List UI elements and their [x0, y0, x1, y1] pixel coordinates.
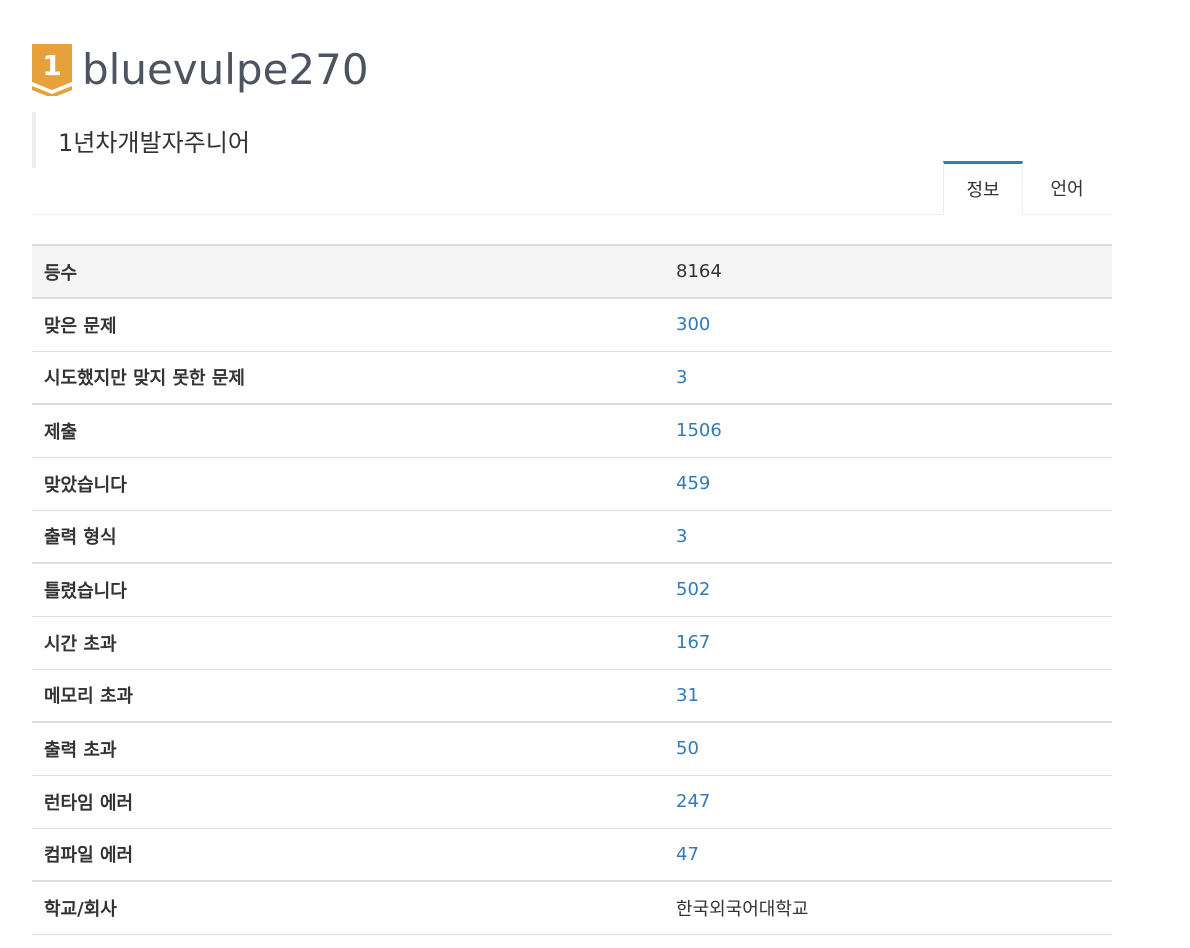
stat-label-runtime-error: 런타임 에러	[32, 775, 664, 829]
table-row: 등수 8164	[32, 245, 1112, 299]
stat-link-memory-limit[interactable]: 31	[676, 685, 699, 706]
table-row: 맞았습니다 459	[32, 457, 1112, 511]
stat-label-time-limit: 시간 초과	[32, 616, 664, 670]
table-row: 출력 형식 3	[32, 510, 1112, 564]
profile-tabs: 정보 언어	[32, 161, 1112, 215]
statistics-table: 등수 8164 맞은 문제 300 시도했지만 맞지 못한 문제 3 제출 15…	[32, 244, 1112, 935]
stat-link-compile-error[interactable]: 47	[676, 844, 699, 865]
table-row: 런타임 에러 247	[32, 775, 1112, 829]
stat-label-attempted: 시도했지만 맞지 못한 문제	[32, 351, 664, 405]
stat-label-rank: 등수	[32, 245, 664, 299]
stat-link-runtime-error[interactable]: 247	[676, 791, 710, 812]
table-row: 제출 1506	[32, 404, 1112, 458]
table-row: 메모리 초과 31	[32, 669, 1112, 723]
table-row: 컴파일 에러 47	[32, 828, 1112, 882]
stat-link-time-limit[interactable]: 167	[676, 632, 710, 653]
table-row: 출력 초과 50	[32, 722, 1112, 776]
stat-label-solved: 맞은 문제	[32, 298, 664, 352]
stat-link-wrong-answer[interactable]: 502	[676, 579, 710, 600]
stat-label-submissions: 제출	[32, 404, 664, 458]
username: bluevulpe270	[82, 45, 369, 94]
stat-label-school: 학교/회사	[32, 881, 664, 935]
stat-link-presentation-error[interactable]: 3	[676, 526, 687, 547]
stat-label-output-limit: 출력 초과	[32, 722, 664, 776]
stat-label-accepted: 맞았습니다	[32, 457, 664, 511]
tier-badge-icon: 1	[32, 44, 72, 96]
table-row: 학교/회사 한국외국어대학교	[32, 881, 1112, 935]
tab-language[interactable]: 언어	[1027, 161, 1107, 214]
profile-header: 1 bluevulpe270	[32, 44, 369, 96]
tab-info[interactable]: 정보	[943, 161, 1023, 215]
profile-page: 1 bluevulpe270 1년차개발자주니어 정보 언어 등수 8164 맞…	[0, 0, 1190, 948]
stat-label-wrong-answer: 틀렸습니다	[32, 563, 664, 617]
stat-link-accepted[interactable]: 459	[676, 473, 710, 494]
stat-value-school: 한국외국어대학교	[664, 881, 1112, 935]
table-row: 틀렸습니다 502	[32, 563, 1112, 617]
stat-value-rank: 8164	[664, 245, 1112, 299]
table-row: 시간 초과 167	[32, 616, 1112, 670]
table-row: 맞은 문제 300	[32, 298, 1112, 352]
stat-label-memory-limit: 메모리 초과	[32, 669, 664, 723]
table-row: 시도했지만 맞지 못한 문제 3	[32, 351, 1112, 405]
status-message-quote: 1년차개발자주니어	[32, 112, 250, 168]
stat-link-attempted[interactable]: 3	[676, 367, 687, 388]
status-message: 1년차개발자주니어	[58, 128, 250, 157]
stat-label-compile-error: 컴파일 에러	[32, 828, 664, 882]
stat-link-submissions[interactable]: 1506	[676, 420, 722, 441]
tier-number: 1	[42, 49, 61, 82]
stat-link-solved[interactable]: 300	[676, 314, 710, 335]
stat-label-presentation-error: 출력 형식	[32, 510, 664, 564]
stat-link-output-limit[interactable]: 50	[676, 738, 699, 759]
